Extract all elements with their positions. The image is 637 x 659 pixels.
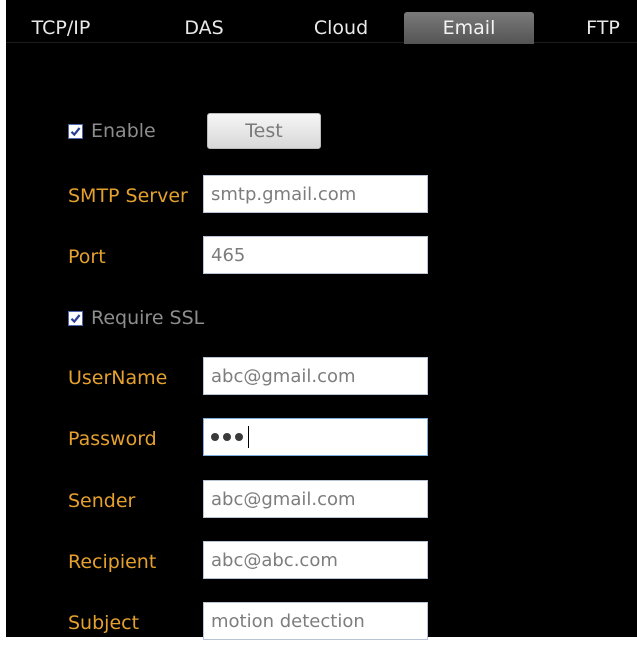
port-label: Port [68, 246, 106, 268]
smtp-server-label: SMTP Server [68, 185, 188, 207]
subject-label: Subject [68, 612, 140, 634]
sender-label: Sender [68, 490, 136, 512]
enable-checkbox-box[interactable] [68, 123, 83, 139]
recipient-input[interactable]: abc@abc.com [203, 541, 428, 579]
require-ssl-label: Require SSL [91, 307, 205, 329]
smtp-server-value: smtp.gmail.com [211, 183, 357, 205]
password-label: Password [68, 428, 157, 450]
password-dot [211, 433, 219, 441]
username-input[interactable]: abc@gmail.com [203, 357, 428, 395]
port-value: 465 [211, 244, 246, 266]
subject-value: motion detection [211, 610, 365, 632]
tab-email[interactable]: Email [404, 12, 534, 44]
enable-checkbox[interactable]: Enable [68, 120, 156, 142]
tab-tcp-ip[interactable]: TCP/IP [6, 12, 116, 44]
tab-bar: TCP/IP DAS Cloud Email FTP [6, 0, 637, 44]
require-ssl-checkbox-box[interactable] [68, 310, 83, 326]
smtp-server-input[interactable]: smtp.gmail.com [203, 175, 428, 213]
password-dot [235, 433, 243, 441]
require-ssl-checkbox[interactable]: Require SSL [68, 307, 204, 329]
tab-das[interactable]: DAS [149, 12, 259, 44]
password-mask [211, 433, 247, 441]
password-input[interactable] [203, 418, 428, 456]
subject-input[interactable]: motion detection [203, 602, 428, 640]
enable-label: Enable [91, 120, 156, 142]
username-value: abc@gmail.com [211, 365, 356, 387]
sender-value: abc@gmail.com [211, 488, 356, 510]
tab-cloud[interactable]: Cloud [286, 12, 396, 44]
text-caret [248, 426, 249, 448]
email-settings-panel: TCP/IP DAS Cloud Email FTP Enable Test S… [6, 0, 637, 640]
recipient-value: abc@abc.com [211, 549, 338, 571]
sender-input[interactable]: abc@gmail.com [203, 480, 428, 518]
port-input[interactable]: 465 [203, 236, 428, 274]
recipient-label: Recipient [68, 551, 157, 573]
test-button[interactable]: Test [207, 113, 321, 149]
tab-ftp[interactable]: FTP [558, 12, 637, 44]
username-label: UserName [68, 367, 168, 389]
check-icon [70, 126, 81, 136]
password-dot [223, 433, 231, 441]
check-icon [70, 313, 81, 323]
